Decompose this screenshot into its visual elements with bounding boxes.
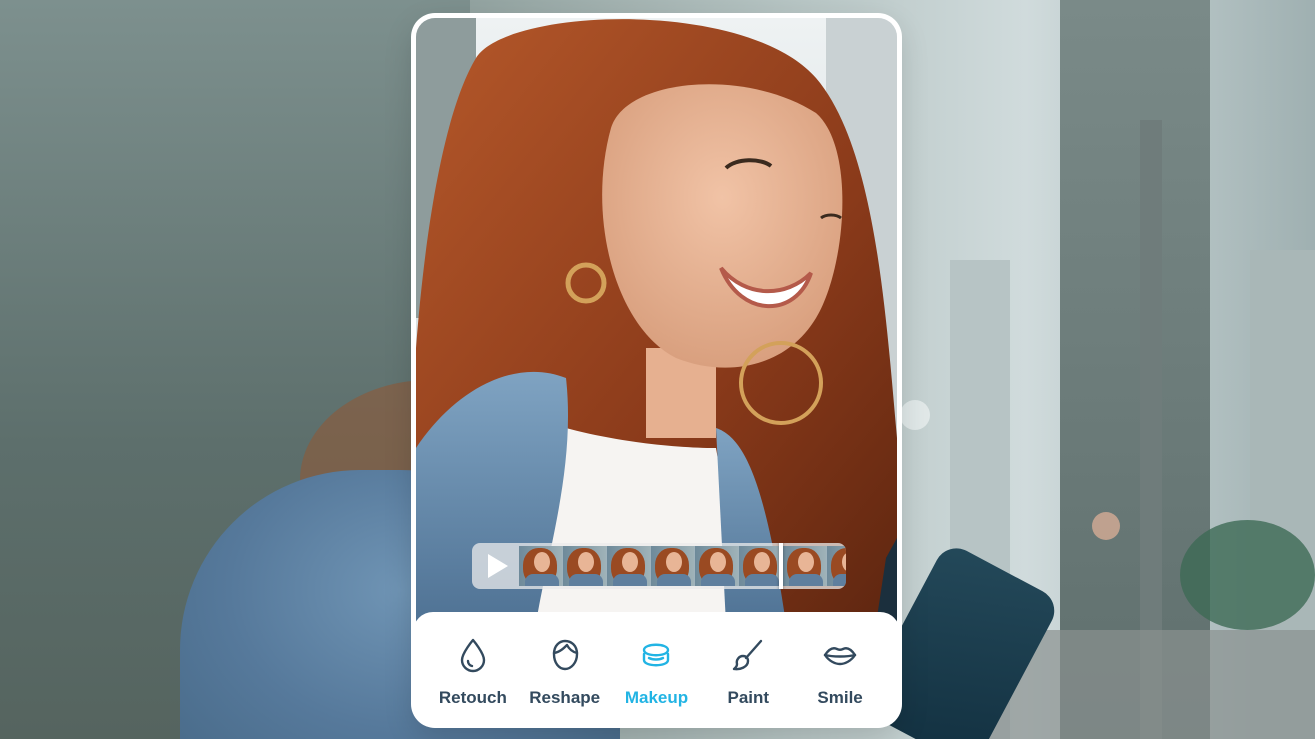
paintbrush-icon <box>733 639 763 671</box>
tool-label: Smile <box>817 688 863 707</box>
tool-makeup[interactable]: Makeup <box>611 612 701 726</box>
background-building <box>1060 0 1210 739</box>
face-outline-icon <box>552 639 578 671</box>
background-light <box>1092 512 1120 540</box>
tool-label: Retouch <box>438 688 507 707</box>
lips-icon <box>823 647 857 666</box>
tool-retouch[interactable]: Retouch <box>428 612 518 726</box>
timeline-frame <box>651 546 695 586</box>
timeline-frame <box>739 546 783 586</box>
timeline-playhead[interactable] <box>779 543 783 589</box>
background-light <box>900 400 930 430</box>
tool-smile[interactable]: Smile <box>795 612 885 726</box>
tool-paint[interactable]: Paint <box>703 612 793 726</box>
tool-label: Reshape <box>529 688 601 707</box>
play-button[interactable] <box>472 543 519 589</box>
tool-label: Paint <box>727 688 770 707</box>
background-tree <box>1180 520 1315 630</box>
photo-preview[interactable] <box>416 18 897 624</box>
timeline-frame <box>695 546 739 586</box>
timeline-frames[interactable] <box>519 546 846 586</box>
timeline-frame <box>783 546 827 586</box>
editor-phone-card: Retouch Reshape Makeup Paint Smile <box>413 15 900 726</box>
play-icon <box>487 554 508 578</box>
tool-reshape[interactable]: Reshape <box>520 612 610 726</box>
tool-label: Makeup <box>624 688 689 707</box>
timeline-frame <box>519 546 563 586</box>
timeline-frame <box>827 546 846 586</box>
timeline-frame <box>563 546 607 586</box>
compact-powder-icon <box>643 643 670 667</box>
tool-bar: Retouch Reshape Makeup Paint Smile <box>413 612 900 726</box>
timeline-frame <box>607 546 651 586</box>
droplet-icon <box>460 638 486 673</box>
video-timeline[interactable] <box>472 543 846 589</box>
